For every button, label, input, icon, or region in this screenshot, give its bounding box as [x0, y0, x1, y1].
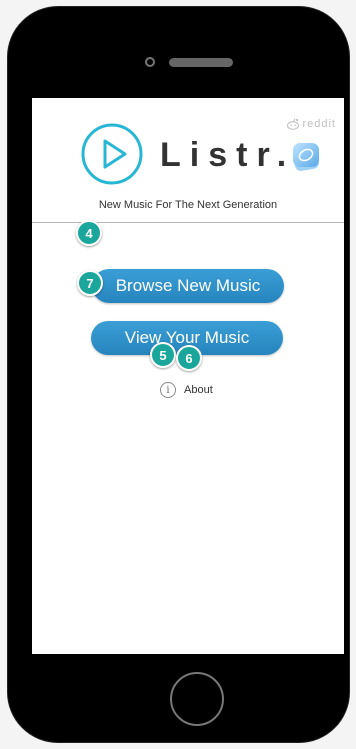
- step-marker-6: 6: [176, 345, 202, 371]
- reddit-tag: reddit: [286, 118, 336, 130]
- reddit-alien-icon: [287, 118, 300, 130]
- device-frame-background: reddit Listr. New Music For The Next Gen…: [0, 0, 356, 749]
- step-marker-4: 4: [76, 220, 102, 246]
- step-marker-5: 5: [150, 342, 176, 368]
- stacked-layers-icon: [293, 143, 319, 171]
- info-icon: i: [160, 382, 176, 398]
- camera-icon: [145, 57, 155, 67]
- tagline: New Music For The Next Generation: [98, 199, 278, 211]
- step-marker-7: 7: [77, 270, 103, 296]
- speaker-grille: [169, 58, 233, 67]
- browse-new-music-button[interactable]: Browse New Music: [92, 269, 284, 303]
- about-label: About: [184, 384, 213, 396]
- app-screen: reddit Listr. New Music For The Next Gen…: [32, 98, 344, 654]
- brand-name: Listr.: [160, 136, 296, 174]
- home-button[interactable]: [170, 672, 224, 726]
- play-logo-icon: [81, 123, 143, 185]
- reddit-label: reddit: [302, 118, 336, 130]
- about-link[interactable]: i About: [160, 382, 213, 398]
